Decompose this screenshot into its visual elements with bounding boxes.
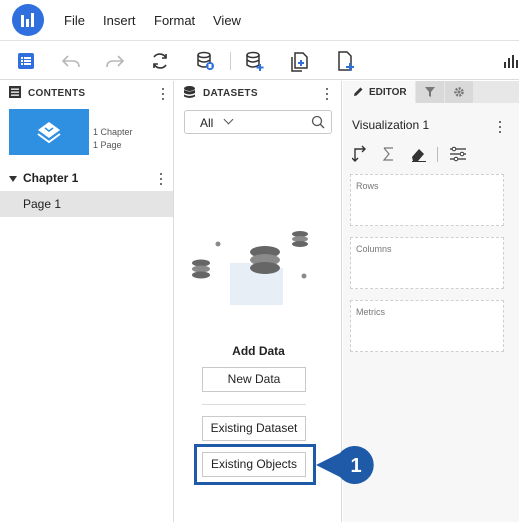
dossier-icon [37,122,61,144]
dataset-filter-value: All [200,116,214,130]
chapter-item[interactable]: Chapter 1 [0,169,173,189]
visualization-menu-icon[interactable] [498,120,502,134]
chevron-down-icon [223,114,234,125]
chapter-count: 1 Chapter [93,127,133,137]
contents-menu-icon[interactable] [161,87,165,101]
contents-title: CONTENTS [28,88,86,99]
menu-view[interactable]: View [213,13,241,28]
app-logo-icon[interactable] [12,4,44,36]
tab-editor[interactable]: EDITOR [343,81,415,103]
toc-icon[interactable] [15,50,37,72]
dataset-filter[interactable]: All [184,110,332,134]
toolbar [0,40,519,80]
metrics-drop-zone[interactable]: Metrics [350,300,504,352]
tools-divider [437,147,438,162]
redo-icon[interactable] [104,50,126,72]
columns-label: Columns [356,244,392,254]
new-page-icon[interactable] [334,50,356,72]
add-dataset-icon[interactable] [243,50,265,72]
undo-icon[interactable] [60,50,82,72]
datasets-header: DATASETS [175,81,341,105]
thumbnail-meta: 1 Chapter 1 Page [93,126,133,152]
new-data-button[interactable]: New Data [202,367,306,392]
menu-insert[interactable]: Insert [103,13,136,28]
page-label: Page 1 [23,197,62,211]
editor-tabs: EDITOR [343,81,519,103]
rows-label: Rows [356,181,379,191]
page-item[interactable]: Page 1 [0,191,173,217]
swap-axes-icon[interactable] [352,145,366,162]
page-count: 1 Page [93,140,122,150]
datasets-divider [202,404,306,405]
datasets-title: DATASETS [203,88,258,99]
toolbar-divider [230,52,231,70]
rows-drop-zone[interactable]: Rows [350,174,504,226]
chapter-label: Chapter 1 [23,171,79,185]
editor-tools [352,145,466,162]
contents-panel: CONTENTS 1 Chapter 1 Page Chapter 1 Page… [0,81,174,522]
visualization-title[interactable]: Visualization 1 [352,118,429,132]
refresh-icon[interactable] [149,50,171,72]
database-icon [184,86,195,98]
settings-sliders-icon[interactable] [450,146,466,162]
sigma-icon[interactable] [382,147,393,161]
pencil-icon [354,87,363,96]
metrics-label: Metrics [356,307,385,317]
chapter-menu-icon[interactable] [159,172,163,186]
contents-list-icon [9,86,21,98]
menu-bar: File Insert Format View [0,0,519,40]
empty-data-illustration-icon [192,231,308,305]
eraser-icon[interactable] [412,149,426,162]
contents-header: CONTENTS [0,81,173,105]
tab-format[interactable] [445,81,473,103]
collapse-caret-icon[interactable] [9,176,17,182]
menu-format[interactable]: Format [154,13,195,28]
columns-drop-zone[interactable]: Columns [350,237,504,289]
search-icon[interactable] [311,115,325,129]
menu-file[interactable]: File [64,13,85,28]
duplicate-page-icon[interactable] [289,50,311,72]
existing-objects-button[interactable]: Existing Objects [202,452,306,477]
tab-filter[interactable] [416,81,444,103]
visualization-gallery-icon[interactable] [502,50,519,72]
step-number: 1 [350,455,361,477]
tab-editor-label: EDITOR [369,87,407,98]
existing-dataset-button[interactable]: Existing Dataset [202,416,306,441]
page-thumbnail[interactable] [9,109,89,155]
add-data-title: Add Data [232,344,285,358]
filter-icon [425,87,435,97]
step-callout: 1 [316,446,374,484]
gear-icon [454,87,464,97]
dataset-icon[interactable] [194,50,216,72]
datasets-menu-icon[interactable] [325,87,329,101]
